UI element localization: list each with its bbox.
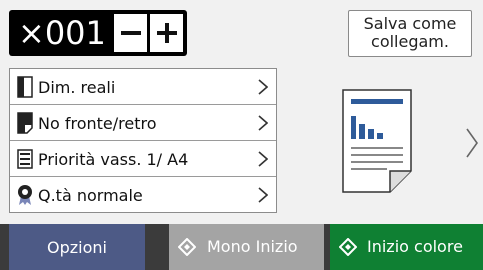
document-preview-icon	[342, 89, 412, 193]
copy-count-control: ×001	[9, 10, 187, 56]
minus-icon	[120, 31, 141, 35]
setting-label: Dim. reali	[38, 78, 116, 97]
color-start-label: Inizio colore	[367, 237, 463, 256]
decrease-copies-button[interactable]	[114, 14, 147, 52]
quality-icon	[18, 185, 32, 205]
shortcut-label-line2: collegam.	[371, 32, 449, 51]
setting-label: Q.tà normale	[38, 186, 143, 205]
setting-label: No fronte/retro	[38, 114, 157, 133]
increase-copies-button[interactable]	[150, 14, 183, 52]
color-start-button[interactable]: Inizio colore	[330, 224, 483, 270]
setting-label: Priorità vass. 1/ A4	[38, 150, 189, 169]
setting-row-page-size[interactable]: Dim. reali	[10, 69, 276, 105]
copy-count-value: ×001	[18, 14, 106, 52]
start-diamond-icon	[339, 238, 357, 256]
page-size-icon	[17, 76, 33, 98]
setting-row-tray-priority[interactable]: Priorità vass. 1/ A4	[10, 141, 276, 177]
duplex-icon	[17, 112, 33, 134]
chevron-right-icon	[258, 151, 268, 167]
shortcut-label-line1: Salva come	[363, 14, 457, 33]
setting-row-duplex[interactable]: No fronte/retro	[10, 105, 276, 141]
chevron-right-icon	[258, 79, 268, 95]
setting-row-quality[interactable]: Q.tà normale	[10, 177, 276, 213]
mono-start-button[interactable]: Mono Inizio	[169, 224, 324, 270]
save-as-shortcut-button[interactable]: Salva come collegam.	[348, 10, 472, 57]
mono-start-label: Mono Inizio	[207, 237, 298, 256]
start-diamond-icon	[178, 238, 196, 256]
settings-list: Dim. reali No fronte/retro Priorità vass…	[9, 68, 277, 213]
plus-icon	[156, 23, 177, 43]
tray-priority-icon	[17, 149, 33, 169]
chevron-right-icon	[258, 115, 268, 131]
chevron-right-icon	[258, 187, 268, 203]
options-button[interactable]: Opzioni	[9, 224, 145, 270]
options-label: Opzioni	[47, 237, 107, 257]
next-page-arrow-icon[interactable]	[466, 128, 478, 158]
